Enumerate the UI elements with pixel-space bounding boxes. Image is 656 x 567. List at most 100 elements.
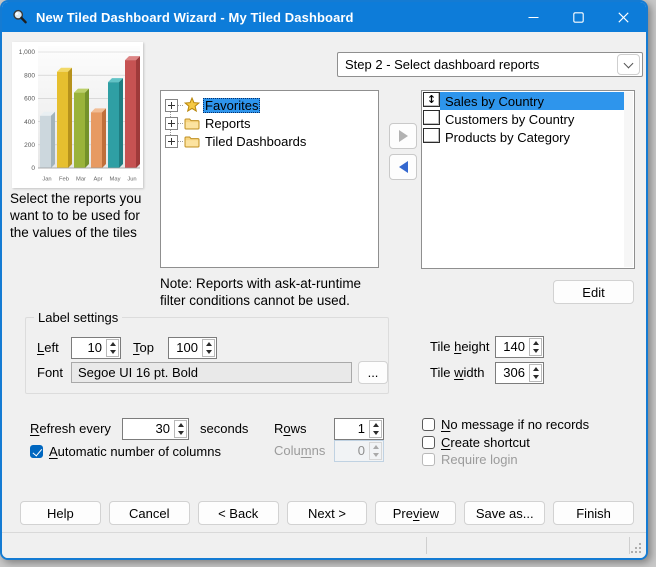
back-button[interactable]: < Back (198, 501, 279, 525)
spinner-arrows[interactable] (529, 338, 542, 356)
report-row-label[interactable]: Products by Category (440, 128, 624, 146)
report-row-products-by-category[interactable]: Products by Category (422, 128, 634, 146)
svg-text:May: May (110, 177, 121, 183)
no-message-checkbox-row[interactable]: No message if no records (422, 416, 589, 433)
tile-width-stepper[interactable]: 306 (495, 362, 544, 384)
report-row-label[interactable]: Sales by Country (440, 92, 624, 110)
report-row-customers-by-country[interactable]: Customers by Country (422, 110, 634, 128)
label-settings-group: Label settings Left 10 Top 100 Font Sego… (25, 317, 389, 394)
rows-value[interactable]: 1 (335, 419, 368, 439)
font-browse-button[interactable]: ... (358, 361, 388, 384)
combo-dropdown-button[interactable] (617, 54, 640, 75)
wizard-buttons: Help Cancel < Back Next > Preview Save a… (20, 501, 634, 525)
tree-item-label[interactable]: Favorites (203, 98, 260, 113)
refresh-stepper[interactable]: 30 (122, 418, 189, 440)
statusbar-separator (426, 537, 427, 554)
list-scrollbar[interactable] (624, 92, 633, 267)
spin-up-icon[interactable] (530, 339, 541, 347)
expand-plus-icon[interactable] (165, 117, 178, 130)
tree-item-label[interactable]: Tiled Dashboards (203, 134, 308, 149)
tree-item-favorites[interactable]: Favorites (161, 96, 378, 114)
checkbox-unchecked-icon[interactable] (422, 418, 435, 431)
rows-label: Rows (274, 418, 307, 440)
statusbar (2, 532, 646, 558)
move-left-button[interactable] (389, 154, 417, 180)
drag-handle-empty[interactable] (423, 128, 440, 143)
resize-grip[interactable] (631, 543, 642, 554)
spinner-arrows[interactable] (174, 420, 187, 438)
titlebar[interactable]: New Tiled Dashboard Wizard - My Tiled Da… (2, 2, 646, 32)
spin-down-icon[interactable] (203, 348, 214, 356)
rows-stepper[interactable]: 1 (334, 418, 384, 440)
require-login-label: Require login (441, 452, 518, 467)
spin-down-icon[interactable] (107, 348, 118, 356)
bar-chart-svg: 02004006008001,000JanFebMarAprMayJun (12, 42, 143, 188)
spin-down-icon[interactable] (530, 373, 541, 381)
spin-up-icon[interactable] (203, 340, 214, 348)
svg-text:400: 400 (24, 119, 35, 126)
font-field: Segoe UI 16 pt. Bold (71, 362, 352, 383)
create-shortcut-checkbox-row[interactable]: Create shortcut (422, 434, 530, 451)
close-button[interactable] (601, 2, 646, 32)
spinner-arrows[interactable] (529, 364, 542, 382)
edit-button[interactable]: Edit (553, 280, 634, 304)
tree-item-tiled-dashboards[interactable]: Tiled Dashboards (161, 132, 378, 150)
tile-width-value[interactable]: 306 (496, 363, 528, 383)
spin-up-icon[interactable] (107, 340, 118, 348)
tile-height-stepper[interactable]: 140 (495, 336, 544, 358)
require-login-checkbox-row: Require login (422, 451, 518, 468)
checkbox-unchecked-icon[interactable] (422, 436, 435, 449)
finish-button[interactable]: Finish (553, 501, 634, 525)
drag-handle-icon[interactable]: ↕ (423, 92, 440, 107)
cancel-button[interactable]: Cancel (109, 501, 190, 525)
screen-background: New Tiled Dashboard Wizard - My Tiled Da… (0, 0, 656, 567)
top-value[interactable]: 100 (169, 338, 201, 358)
step-selector[interactable]: Step 2 - Select dashboard reports (337, 52, 643, 77)
svg-text:Feb: Feb (59, 177, 69, 183)
folder-icon (184, 116, 200, 131)
svg-text:800: 800 (24, 72, 35, 79)
spin-up-icon[interactable] (175, 421, 186, 429)
arrow-right-icon (399, 130, 408, 142)
maximize-button[interactable] (556, 2, 601, 32)
svg-text:Jun: Jun (127, 177, 136, 183)
left-label: Left (37, 337, 59, 359)
help-button[interactable]: Help (20, 501, 101, 525)
save-as-button[interactable]: Save as... (464, 501, 545, 525)
top-label: Top (133, 337, 154, 359)
preview-button[interactable]: Preview (375, 501, 456, 525)
left-value[interactable]: 10 (72, 338, 105, 358)
runtime-note: Note: Reports with ask-at-runtime filter… (160, 275, 361, 309)
checkbox-checked-icon[interactable] (30, 445, 43, 458)
refresh-value[interactable]: 30 (123, 419, 173, 439)
tile-height-value[interactable]: 140 (496, 337, 528, 357)
spin-up-icon[interactable] (370, 421, 381, 429)
folder-icon (184, 134, 200, 149)
report-row-label[interactable]: Customers by Country (440, 110, 624, 128)
statusbar-separator (629, 537, 630, 554)
auto-columns-checkbox-row[interactable]: Automatic number of columns (30, 443, 221, 460)
svg-text:0: 0 (31, 165, 35, 172)
report-tree[interactable]: Favorites Reports (160, 90, 379, 268)
spin-down-icon[interactable] (530, 347, 541, 355)
selected-reports-list[interactable]: ↕ Sales by Country Customers by Country … (421, 90, 635, 269)
expand-plus-icon[interactable] (165, 99, 178, 112)
left-stepper[interactable]: 10 (71, 337, 121, 359)
tree-item-reports[interactable]: Reports (161, 114, 378, 132)
next-button[interactable]: Next > (287, 501, 368, 525)
minimize-button[interactable] (511, 2, 556, 32)
drag-handle-empty[interactable] (423, 110, 440, 125)
maximize-icon (573, 12, 584, 23)
tree-item-label[interactable]: Reports (203, 116, 253, 131)
spin-up-icon[interactable] (530, 365, 541, 373)
spinner-arrows[interactable] (369, 420, 382, 438)
report-row-sales-by-country[interactable]: ↕ Sales by Country (422, 92, 634, 110)
spin-down-icon[interactable] (370, 429, 381, 437)
spinner-arrows (369, 442, 382, 460)
spinner-arrows[interactable] (202, 339, 215, 357)
top-stepper[interactable]: 100 (168, 337, 217, 359)
expand-plus-icon[interactable] (165, 135, 178, 148)
move-right-button[interactable] (389, 123, 417, 149)
spin-down-icon[interactable] (175, 429, 186, 437)
spinner-arrows[interactable] (106, 339, 119, 357)
